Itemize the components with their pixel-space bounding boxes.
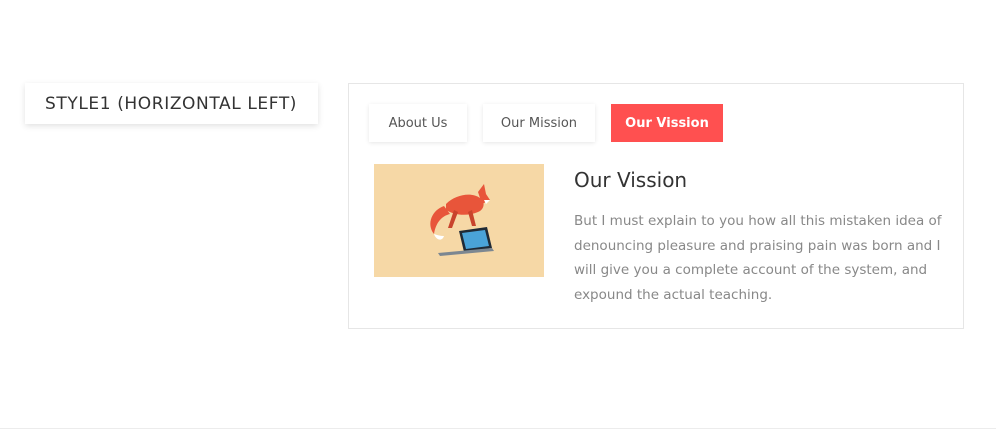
style-title: STYLE1 (HORIZONTAL LEFT) <box>25 83 318 124</box>
tabs-panel: About Us Our Mission Our Vission Our Vis… <box>348 83 964 329</box>
tab-our-mission[interactable]: Our Mission <box>483 104 595 142</box>
page: STYLE1 (HORIZONTAL LEFT) About Us Our Mi… <box>0 0 996 431</box>
fox-laptop-icon <box>430 184 494 256</box>
bottom-divider <box>0 428 996 429</box>
tab-nav: About Us Our Mission Our Vission <box>369 104 723 142</box>
tab-content-text: But I must explain to you how all this m… <box>574 213 942 303</box>
tab-about-us[interactable]: About Us <box>369 104 467 142</box>
tab-our-vission[interactable]: Our Vission <box>611 104 723 142</box>
tab-content-heading: Our Vission <box>574 168 688 192</box>
fox-laptop-image <box>374 164 544 277</box>
